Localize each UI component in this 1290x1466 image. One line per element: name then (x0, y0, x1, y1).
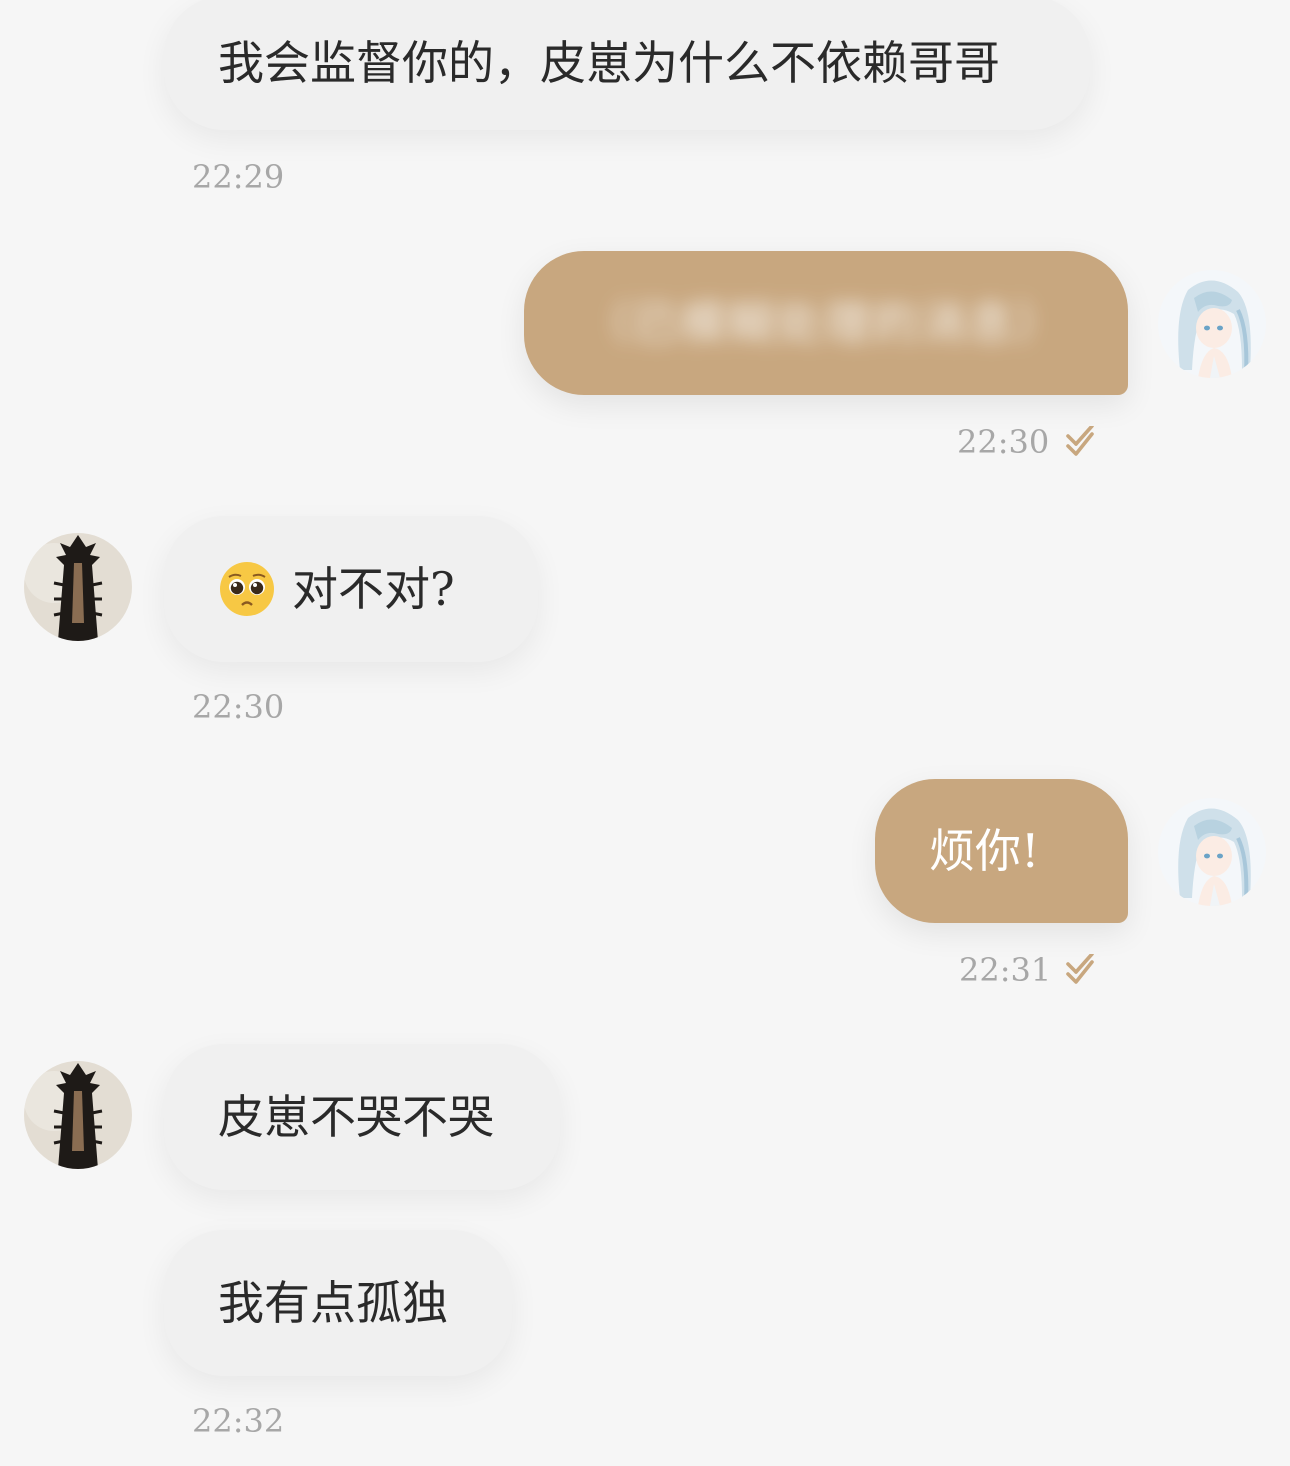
contact-avatar[interactable] (24, 1061, 132, 1169)
message-timestamp: 22:30 (957, 423, 1050, 461)
message-timestamp: 22:31 (959, 951, 1052, 989)
anime-girl-avatar-icon (1158, 270, 1266, 378)
double-check-icon (1066, 426, 1094, 456)
message-bubble-outgoing[interactable]: 烦你! (875, 779, 1128, 923)
message-text: 皮崽不哭不哭 (218, 1090, 494, 1144)
message-timestamp: 22:29 (192, 158, 285, 196)
contact-avatar[interactable] (24, 533, 132, 641)
message-text-blurred: （已模糊处理的消息） (584, 296, 1064, 350)
message-bubble-incoming[interactable]: 我会监督你的，皮崽为什么不依赖哥哥 (164, 0, 1090, 130)
pleading-face-emoji-icon (220, 562, 274, 616)
message-timestamp: 22:30 (192, 688, 285, 726)
message-bubble-incoming[interactable]: 皮崽不哭不哭 (164, 1044, 560, 1190)
dark-figure-avatar-icon (24, 533, 132, 641)
message-bubble-outgoing-blurred[interactable]: （已模糊处理的消息） (524, 251, 1128, 395)
user-avatar[interactable] (1158, 270, 1266, 378)
message-text: 我有点孤独 (218, 1276, 448, 1330)
message-bubble-incoming[interactable]: 对不对? (164, 516, 538, 662)
message-text: 我会监督你的，皮崽为什么不依赖哥哥 (218, 36, 1000, 90)
message-timestamp: 22:32 (192, 1402, 285, 1440)
message-text: 烦你! (929, 824, 1040, 878)
dark-figure-avatar-icon (24, 1061, 132, 1169)
message-text: 对不对? (292, 562, 455, 616)
double-check-icon (1066, 954, 1094, 984)
user-avatar[interactable] (1158, 798, 1266, 906)
anime-girl-avatar-icon (1158, 798, 1266, 906)
message-bubble-incoming[interactable]: 我有点孤独 (164, 1230, 512, 1376)
